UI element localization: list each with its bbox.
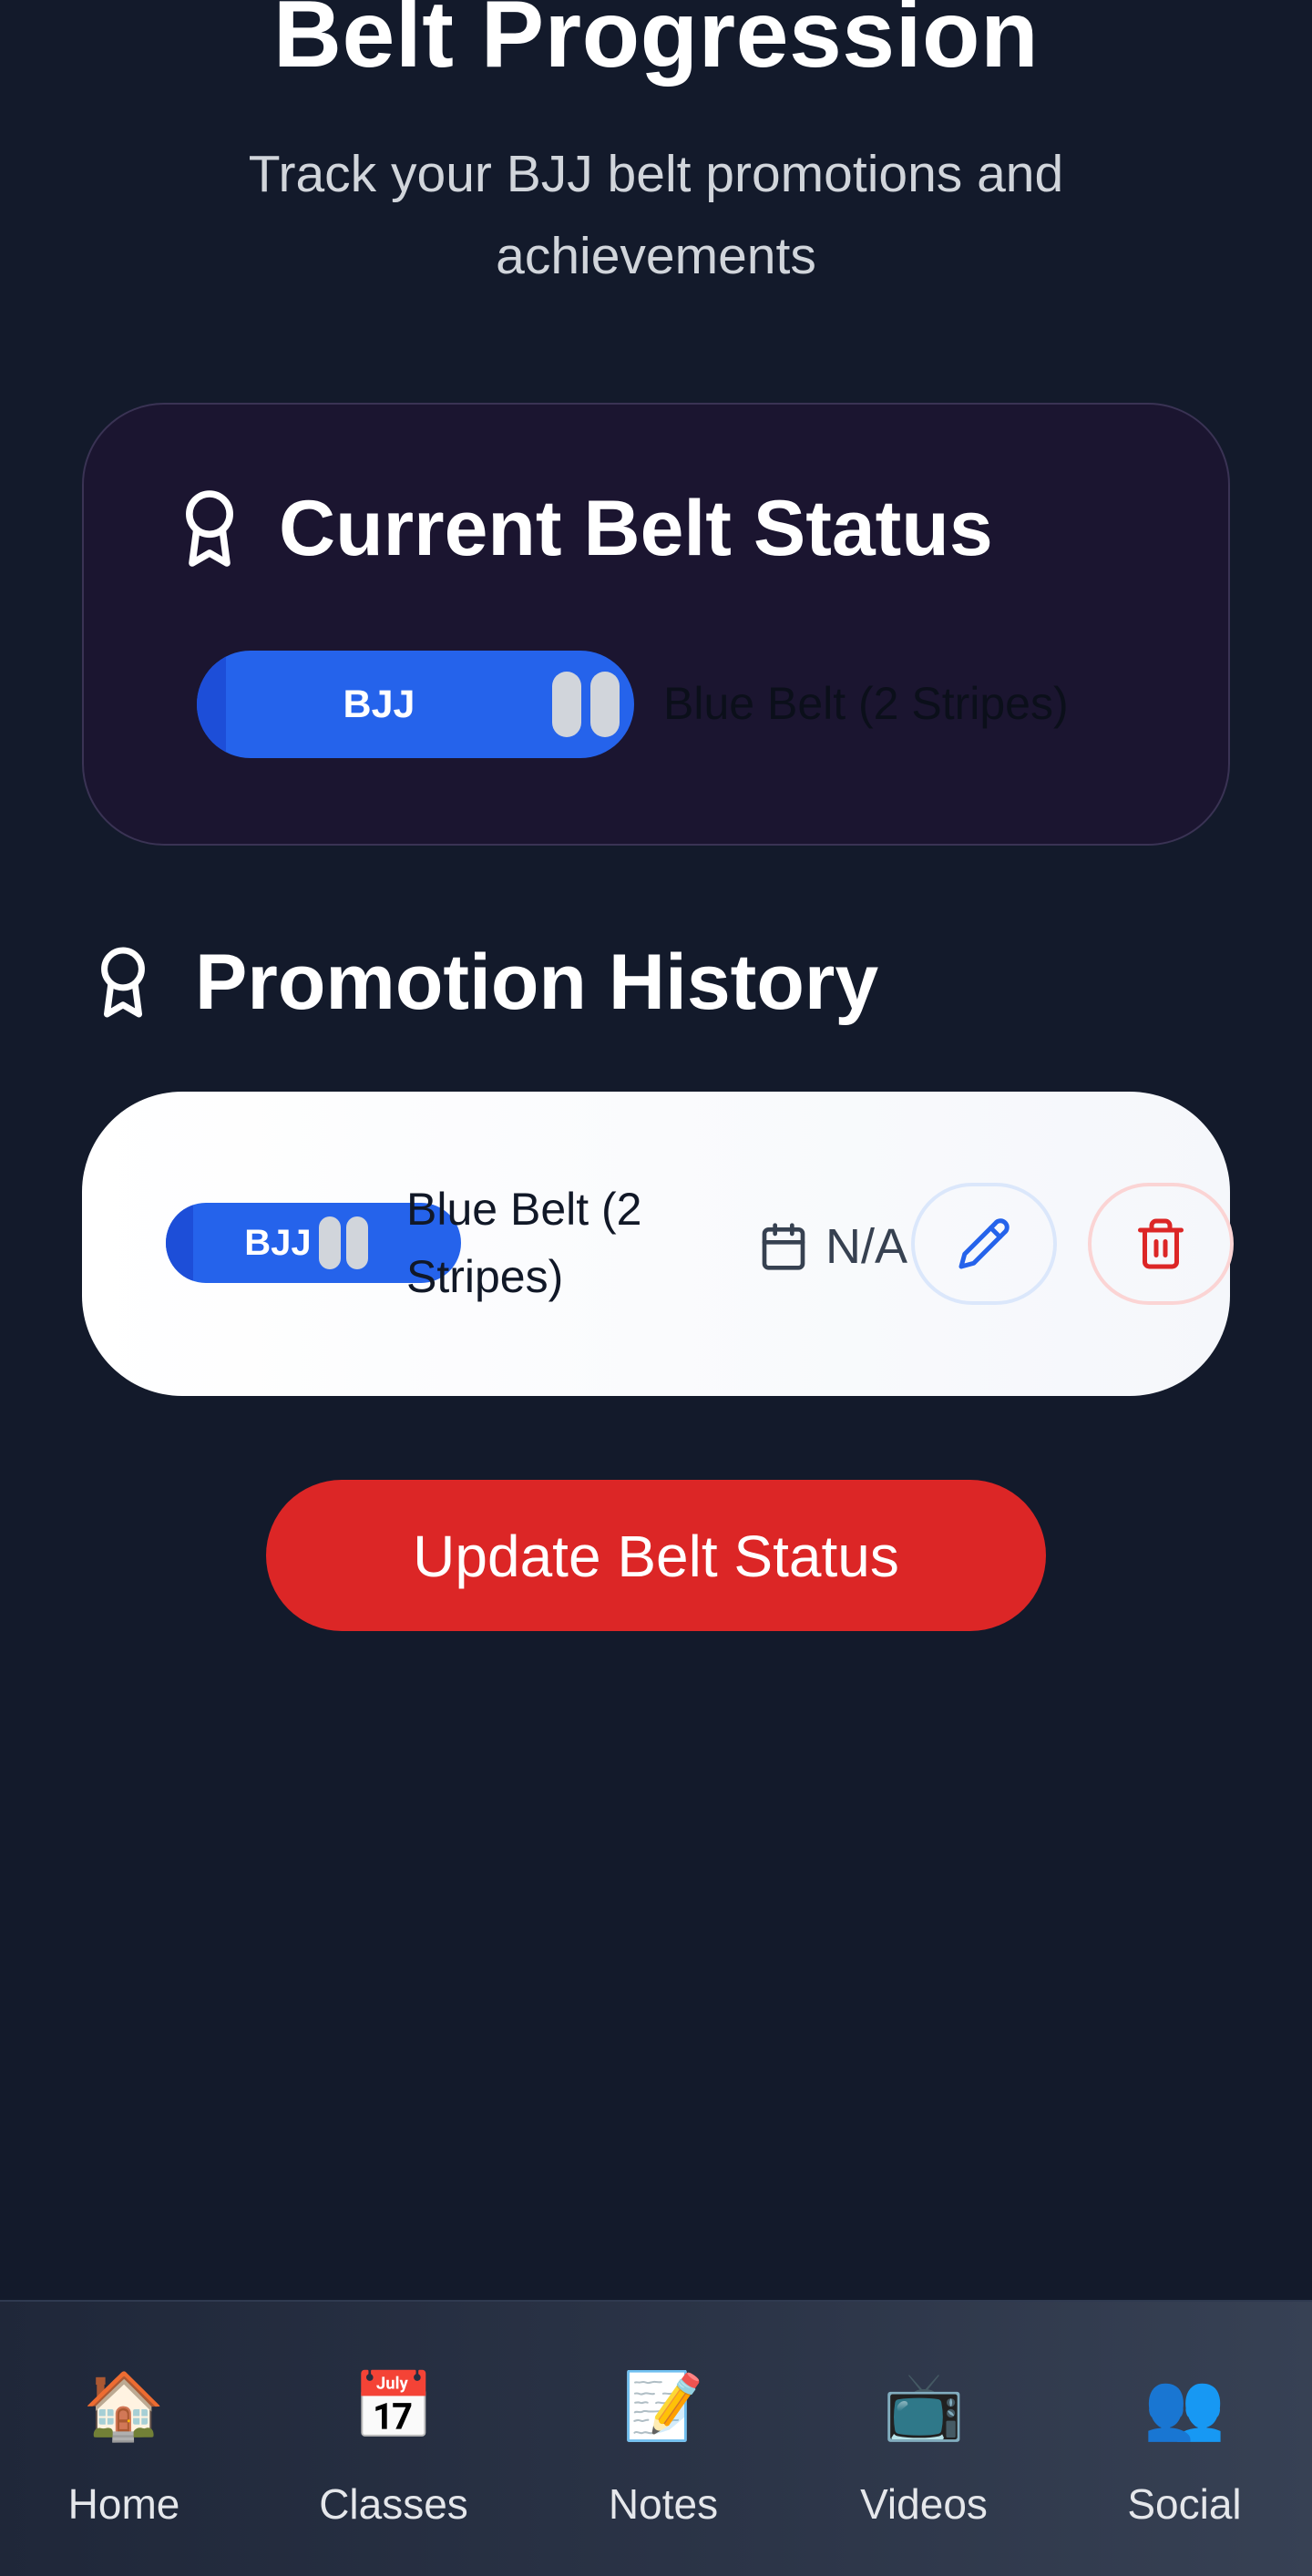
- promotion-history-title: Promotion History: [195, 939, 879, 1026]
- current-belt-status-title: Current Belt Status: [279, 485, 993, 572]
- belt-label: BJJ: [343, 682, 415, 726]
- home-icon: 🏠: [83, 2370, 165, 2443]
- current-belt-text: Blue Belt (2 Stripes): [663, 678, 1069, 729]
- current-belt-status-heading: Current Belt Status: [175, 483, 993, 574]
- promotion-date-value: N/A: [825, 1219, 908, 1274]
- bottom-nav: 🏠 Home 📅 Classes 📝 Notes 📺 Videos 👥 Soci…: [0, 2300, 1312, 2576]
- nav-label-notes: Notes: [608, 2480, 719, 2528]
- nav-item-social[interactable]: 👥 Social: [1095, 2302, 1274, 2576]
- current-belt-status-card: Current Belt Status BJJ Blue Belt (2 Str…: [82, 403, 1230, 846]
- belt-knot: [166, 1203, 193, 1283]
- nav-item-videos[interactable]: 📺 Videos: [835, 2302, 1013, 2576]
- belt-stripe: [319, 1216, 341, 1269]
- promotion-history-heading: Promotion History: [91, 937, 878, 1028]
- nav-label-home: Home: [67, 2480, 180, 2528]
- nav-label-social: Social: [1127, 2480, 1242, 2528]
- update-belt-status-button[interactable]: Update Belt Status: [266, 1480, 1046, 1631]
- calendar-icon: [758, 1220, 809, 1273]
- memo-icon: 📝: [622, 2370, 704, 2443]
- nav-item-notes[interactable]: 📝 Notes: [574, 2302, 753, 2576]
- current-belt-graphic: BJJ: [197, 651, 634, 758]
- calendar-icon: 📅: [353, 2370, 435, 2443]
- promotion-date: N/A: [758, 1219, 907, 1274]
- belt-stripe: [552, 672, 581, 737]
- award-icon: [91, 943, 155, 1021]
- nav-label-videos: Videos: [860, 2480, 988, 2528]
- people-icon: 👥: [1143, 2370, 1225, 2443]
- trash-icon: [1138, 1218, 1184, 1269]
- belt-knot: [197, 651, 226, 758]
- edit-promotion-button[interactable]: [911, 1183, 1057, 1305]
- nav-label-classes: Classes: [319, 2480, 468, 2528]
- belt-stripe: [590, 672, 620, 737]
- pencil-icon: [958, 1218, 1010, 1269]
- history-belt-name: Blue Belt (2 Stripes): [406, 1184, 642, 1302]
- belt-label: BJJ: [244, 1223, 312, 1263]
- award-icon: [175, 487, 244, 570]
- nav-item-classes[interactable]: 📅 Classes: [304, 2302, 483, 2576]
- delete-promotion-button[interactable]: [1088, 1183, 1234, 1305]
- tv-icon: 📺: [883, 2370, 965, 2443]
- nav-item-home[interactable]: 🏠 Home: [35, 2302, 213, 2576]
- belt-progression-page: Belt Progression Track your BJJ belt pro…: [0, 0, 1312, 2576]
- page-subtitle: Track your BJJ belt promotions and achie…: [248, 145, 1064, 285]
- belt-stripe: [346, 1216, 368, 1269]
- page-title: Belt Progression: [272, 0, 1040, 87]
- promotion-history-item: BJJ Blue Belt (2 Stripes) N/A: [82, 1092, 1234, 1396]
